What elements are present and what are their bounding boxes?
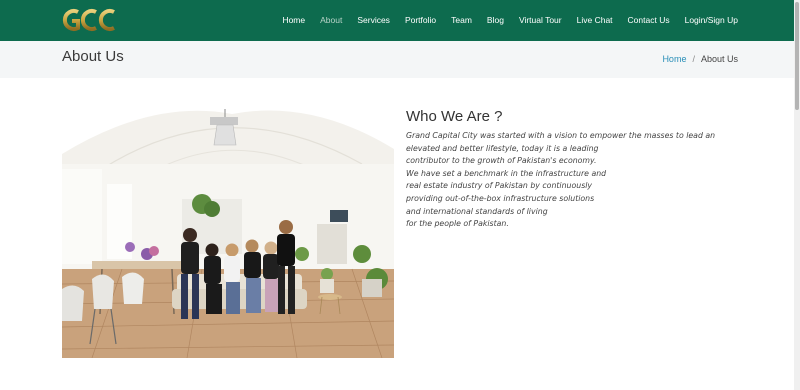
page-scrollbar[interactable]: [794, 0, 800, 390]
top-navbar: Home About Services Portfolio Team Blog …: [0, 0, 800, 41]
about-description: Grand Capital City was started with a vi…: [406, 130, 736, 231]
about-line: Grand Capital City was started with a vi…: [406, 131, 716, 140]
breadcrumb-home-link[interactable]: Home: [662, 54, 686, 64]
team-photo: [62, 109, 394, 358]
nav-team[interactable]: Team: [444, 0, 480, 41]
main-nav: Home About Services Portfolio Team Blog …: [275, 0, 738, 41]
about-line: for the people of Pakistan.: [406, 219, 509, 229]
breadcrumb-current: About Us: [700, 54, 738, 64]
breadcrumb-separator: /: [692, 54, 695, 64]
about-line: providing out-of-the-box infrastructure …: [406, 193, 595, 203]
scrollbar-thumb[interactable]: [795, 2, 799, 110]
about-line: We have set a benchmark in the infrastru…: [406, 168, 607, 178]
gcc-logo[interactable]: [62, 6, 118, 34]
about-line: contributor to the growth of Pakistan's …: [406, 156, 597, 166]
nav-portfolio[interactable]: Portfolio: [397, 0, 443, 41]
breadcrumb: Home / About Us: [662, 54, 738, 64]
nav-about[interactable]: About: [313, 0, 350, 41]
nav-login-signup[interactable]: Login/Sign Up: [677, 0, 738, 41]
about-line: elevated and better lifestyle, today it …: [406, 143, 599, 153]
about-line: real estate industry of Pakistan by cont…: [406, 181, 593, 191]
nav-live-chat[interactable]: Live Chat: [569, 0, 620, 41]
nav-contact-us[interactable]: Contact Us: [620, 0, 677, 41]
nav-services[interactable]: Services: [350, 0, 398, 41]
page-title: About Us: [62, 48, 124, 65]
nav-virtual-tour[interactable]: Virtual Tour: [511, 0, 569, 41]
nav-home[interactable]: Home: [275, 0, 313, 41]
about-line: and international standards of living: [406, 206, 548, 216]
page-header: About Us Home / About Us: [0, 41, 800, 78]
who-we-are-heading: Who We Are ?: [406, 108, 503, 125]
nav-blog[interactable]: Blog: [479, 0, 511, 41]
